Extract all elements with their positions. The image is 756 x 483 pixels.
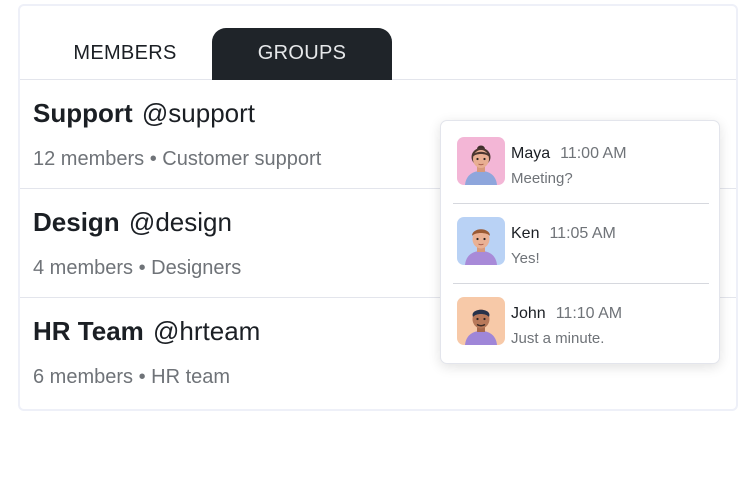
group-subtitle: 6 members • HR team xyxy=(33,366,230,389)
message-time: 11:10 AM xyxy=(555,305,623,322)
message-time: 11:05 AM xyxy=(549,225,616,242)
group-description: Designers xyxy=(151,257,242,279)
message-header: John 11:10 AM xyxy=(511,305,622,323)
message-header: Maya 11:00 AM xyxy=(511,145,627,163)
recent-messages-popover: Maya 11:00 AM Meeting? Ken 11:05 AM Yes! xyxy=(440,120,720,364)
separator-dot: • xyxy=(138,366,146,388)
sender-name: Maya xyxy=(511,145,551,162)
group-member-count: 12 members xyxy=(33,148,145,170)
message-item[interactable]: John 11:10 AM Just a minute. xyxy=(441,283,721,363)
group-description: HR team xyxy=(151,366,231,388)
tab-bar: MEMBERS GROUPS xyxy=(20,6,736,80)
avatar-man-icon xyxy=(457,217,505,265)
group-name: Support xyxy=(33,98,133,128)
tab-groups[interactable]: GROUPS xyxy=(212,28,392,80)
avatar-woman-icon xyxy=(457,137,505,185)
group-title: Design @design xyxy=(33,207,232,238)
group-title: Support @support xyxy=(33,98,255,129)
message-item[interactable]: Maya 11:00 AM Meeting? xyxy=(441,121,721,201)
group-name: Design xyxy=(33,207,120,237)
group-handle: @design xyxy=(128,207,232,237)
message-time: 11:00 AM xyxy=(560,145,627,162)
group-handle: @support xyxy=(141,98,256,128)
message-preview: Yes! xyxy=(511,250,540,267)
separator-dot: • xyxy=(138,257,146,279)
sender-name: Ken xyxy=(511,225,540,242)
group-handle: @hrteam xyxy=(153,316,261,346)
group-member-count: 6 members xyxy=(33,366,134,388)
group-subtitle: 12 members • Customer support xyxy=(33,148,321,171)
separator-dot: • xyxy=(149,148,157,170)
message-preview: Just a minute. xyxy=(511,330,605,347)
group-title: HR Team @hrteam xyxy=(33,316,260,347)
group-member-count: 4 members xyxy=(33,257,134,279)
message-preview: Meeting? xyxy=(511,170,573,187)
sender-name: John xyxy=(511,305,546,322)
group-name: HR Team xyxy=(33,316,144,346)
avatar-man-icon xyxy=(457,297,505,345)
group-subtitle: 4 members • Designers xyxy=(33,257,241,280)
message-item[interactable]: Ken 11:05 AM Yes! xyxy=(441,203,721,283)
tab-members[interactable]: MEMBERS xyxy=(30,28,220,80)
message-header: Ken 11:05 AM xyxy=(511,225,616,243)
group-description: Customer support xyxy=(162,148,322,170)
